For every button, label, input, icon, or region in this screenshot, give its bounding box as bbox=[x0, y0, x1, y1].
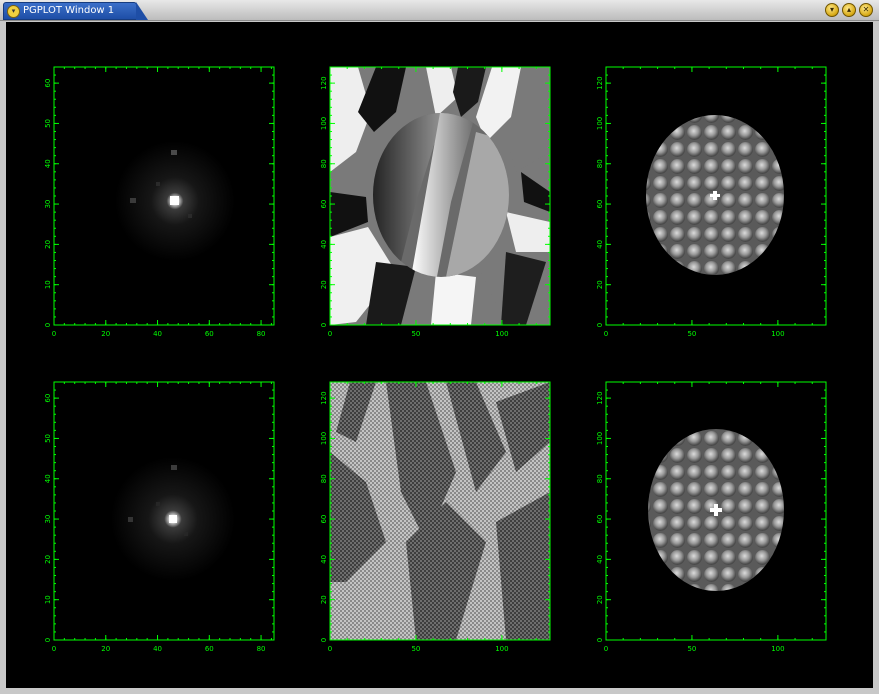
y-tick-label: 120 bbox=[596, 391, 604, 404]
y-tick-label: 100 bbox=[320, 117, 328, 130]
y-tick-label: 20 bbox=[596, 595, 604, 604]
y-tick-label: 50 bbox=[44, 434, 52, 443]
y-tick-label: 20 bbox=[596, 280, 604, 289]
title-bar[interactable]: ▾ PGPLOT Window 1 ▾ ▴ ✕ bbox=[0, 0, 879, 21]
y-tick-label: 120 bbox=[320, 76, 328, 89]
psf-bottom-image bbox=[111, 457, 235, 581]
y-tick-label: 100 bbox=[596, 117, 604, 130]
plot-canvas: 0 20 40 60 80 0 10 20 30 40 50 60 0 50 100 0 20 40 60 80 100… bbox=[6, 22, 873, 688]
y-tick-label: 0 bbox=[44, 638, 52, 642]
y-tick-label: 60 bbox=[320, 515, 328, 524]
minimize-icon[interactable]: ▾ bbox=[825, 3, 839, 17]
y-tick-label: 40 bbox=[320, 555, 328, 564]
y-tick-label: 30 bbox=[44, 200, 52, 209]
x-tick-label: 100 bbox=[495, 330, 508, 338]
y-tick-label: 0 bbox=[596, 638, 604, 642]
y-tick-label: 20 bbox=[44, 555, 52, 564]
close-icon[interactable]: ✕ bbox=[859, 3, 873, 17]
y-tick-label: 80 bbox=[320, 159, 328, 168]
y-tick-label: 60 bbox=[596, 515, 604, 524]
y-tick-label: 0 bbox=[596, 323, 604, 327]
y-tick-label: 40 bbox=[44, 159, 52, 168]
x-tick-label: 0 bbox=[604, 330, 608, 338]
y-tick-label: 40 bbox=[44, 474, 52, 483]
y-tick-label: 40 bbox=[596, 555, 604, 564]
x-tick-label: 100 bbox=[771, 330, 784, 338]
x-tick-label: 20 bbox=[101, 330, 110, 338]
y-tick-label: 0 bbox=[44, 323, 52, 327]
x-tick-label: 80 bbox=[257, 645, 266, 653]
y-tick-label: 60 bbox=[44, 394, 52, 403]
y-tick-label: 40 bbox=[320, 240, 328, 249]
y-tick-label: 40 bbox=[596, 240, 604, 249]
x-tick-label: 0 bbox=[328, 645, 332, 653]
y-tick-label: 80 bbox=[596, 159, 604, 168]
x-tick-label: 50 bbox=[411, 645, 420, 653]
phase-top-image bbox=[330, 67, 550, 325]
y-tick-label: 80 bbox=[320, 474, 328, 483]
x-tick-label: 0 bbox=[328, 330, 332, 338]
pgplot-window: ▾ PGPLOT Window 1 ▾ ▴ ✕ 0 20 40 60 80 0 … bbox=[0, 0, 879, 694]
x-tick-label: 80 bbox=[257, 330, 266, 338]
y-tick-label: 120 bbox=[320, 391, 328, 404]
x-tick-label: 50 bbox=[687, 645, 696, 653]
y-tick-label: 10 bbox=[44, 595, 52, 604]
y-tick-label: 20 bbox=[44, 240, 52, 249]
y-tick-label: 100 bbox=[320, 432, 328, 445]
x-tick-label: 20 bbox=[101, 645, 110, 653]
x-tick-label: 100 bbox=[771, 645, 784, 653]
y-tick-label: 80 bbox=[596, 474, 604, 483]
y-tick-label: 30 bbox=[44, 515, 52, 524]
y-tick-label: 0 bbox=[320, 323, 328, 327]
y-tick-label: 20 bbox=[320, 280, 328, 289]
x-tick-label: 50 bbox=[687, 330, 696, 338]
y-tick-label: 60 bbox=[44, 79, 52, 88]
y-tick-label: 100 bbox=[596, 432, 604, 445]
plot-surface: 0 20 40 60 8001020304050600 50 100020406080100… bbox=[44, 66, 827, 653]
y-tick-label: 50 bbox=[44, 119, 52, 128]
x-tick-label: 100 bbox=[495, 645, 508, 653]
pupil-bottom-image bbox=[648, 429, 784, 591]
y-tick-label: 20 bbox=[320, 595, 328, 604]
title-tab[interactable]: ▾ PGPLOT Window 1 bbox=[3, 2, 148, 20]
x-tick-label: 50 bbox=[411, 330, 420, 338]
window-menu-icon[interactable]: ▾ bbox=[7, 5, 20, 18]
y-tick-label: 120 bbox=[596, 76, 604, 89]
x-tick-label: 60 bbox=[205, 330, 214, 338]
x-tick-label: 0 bbox=[52, 645, 56, 653]
window-title: PGPLOT Window 1 bbox=[23, 5, 115, 16]
x-tick-label: 0 bbox=[604, 645, 608, 653]
psf-top-image bbox=[115, 141, 235, 261]
phase-bottom-image bbox=[330, 382, 550, 640]
x-tick-label: 0 bbox=[52, 330, 56, 338]
maximize-icon[interactable]: ▴ bbox=[842, 3, 856, 17]
y-tick-label: 10 bbox=[44, 280, 52, 289]
pupil-top-image bbox=[646, 115, 784, 275]
y-tick-label: 60 bbox=[320, 200, 328, 209]
x-tick-label: 40 bbox=[153, 330, 162, 338]
y-tick-label: 60 bbox=[596, 200, 604, 209]
x-tick-label: 60 bbox=[205, 645, 214, 653]
x-tick-label: 40 bbox=[153, 645, 162, 653]
y-tick-label: 0 bbox=[320, 638, 328, 642]
